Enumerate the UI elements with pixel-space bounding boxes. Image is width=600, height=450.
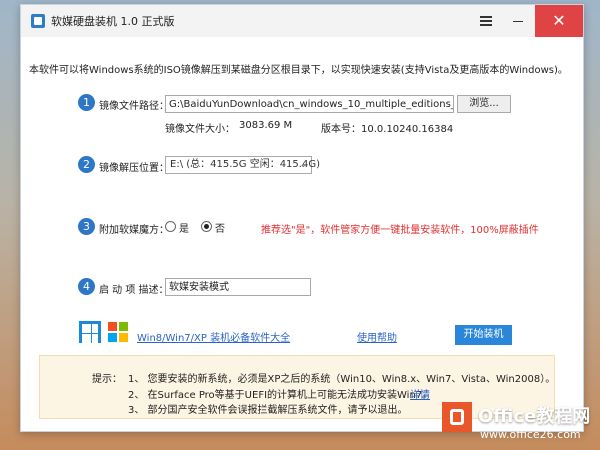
tip-3: 3、 部分国产安全软件会误报拦截解压系统文件，请予以退出。 (128, 405, 408, 416)
help-link[interactable]: 使用帮助 (357, 329, 397, 344)
step-2-badge: 2 (78, 156, 95, 173)
office-logo-icon (442, 402, 472, 432)
window-title: 软媒硬盘装机 1.0 正式版 (51, 15, 175, 28)
minimize-icon[interactable] (511, 14, 525, 28)
software-list-link[interactable]: Win8/Win7/XP 装机必备软件大全 (137, 329, 290, 344)
app-logo-icon (31, 14, 45, 28)
addon-no-radio[interactable] (201, 221, 212, 232)
boot-desc-input[interactable]: 软媒安装模式 (165, 278, 311, 296)
tips-heading: 提示： (92, 374, 122, 385)
app-window: 软媒硬盘装机 1.0 正式版 ✕ 本软件可以将Windows系统的ISO镜像解压… (20, 4, 584, 432)
boot-desc-label: 启 动 项 描述： (99, 285, 169, 296)
iso-version: 版本号：10.0.10240.16384 (321, 124, 454, 135)
step-4-badge: 4 (78, 278, 95, 295)
step-1-badge: 1 (78, 94, 95, 111)
intro-text: 本软件可以将Windows系统的ISO镜像解压到某磁盘分区根目录下，以实现快速安… (29, 65, 568, 76)
close-button[interactable]: ✕ (535, 5, 583, 37)
details-link[interactable]: 详情 (410, 386, 430, 401)
extract-location-label: 镜像解压位置： (99, 163, 169, 174)
chevron-down-icon: ⌄ (299, 160, 307, 170)
iso-size-label: 镜像文件大小： (165, 124, 235, 135)
addon-yes-radio[interactable] (165, 221, 176, 232)
addon-label: 附加软媒魔方： (99, 225, 169, 236)
tip-2: 2、 在Surface Pro等基于UEFI的计算机上可能无法成功安装Win7。 (128, 390, 433, 401)
drive-select[interactable]: E:\ (总：415.5G 空闲：415.4G) ⌄ (165, 156, 320, 174)
iso-path-input[interactable]: G:\BaiduYunDownload\cn_windows_10_multip… (165, 95, 454, 113)
iso-size-value: 3083.69 M (239, 120, 293, 131)
title-bar: 软媒硬盘装机 1.0 正式版 ✕ (21, 5, 583, 37)
step-3-badge: 3 (78, 218, 95, 235)
hamburger-icon[interactable] (479, 14, 493, 28)
watermark-text: Office教程网 (478, 406, 591, 427)
addon-recommendation: 推荐选"是"，软件管家方便一键批量安装软件，100%屏蔽插件 (261, 225, 539, 236)
tip-1: 1、 您要安装的新系统，必须是XP之后的系统（Win10、Win8.x、Win7… (128, 374, 556, 385)
watermark-url: www.office26.com (480, 428, 581, 441)
addon-yes-label: 是 (179, 224, 189, 235)
browse-button[interactable]: 浏览... (457, 95, 511, 113)
windows7-logo-icon[interactable] (107, 321, 129, 343)
windows8-logo-icon[interactable] (79, 321, 101, 343)
addon-no-label: 否 (215, 224, 225, 235)
start-install-button[interactable]: 开始装机 (455, 325, 512, 345)
iso-path-label: 镜像文件路径： (99, 101, 169, 112)
watermark-logo: Office教程网 www.office26.com (440, 400, 600, 450)
drive-select-value: E:\ (总：415.5G 空闲：415.4G) (170, 159, 320, 170)
